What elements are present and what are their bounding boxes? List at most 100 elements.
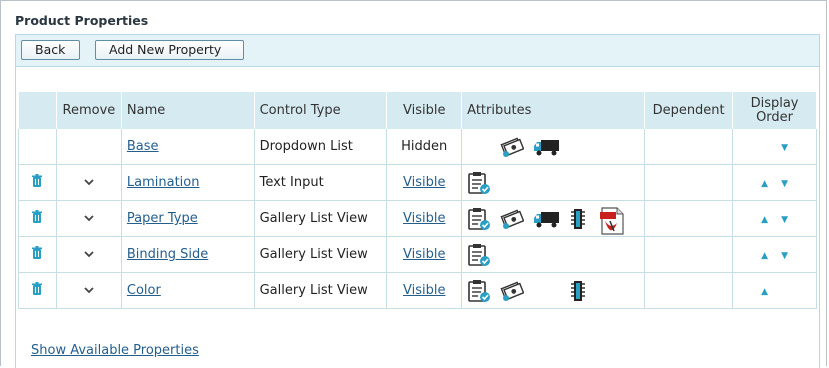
remove-cell [55, 129, 122, 165]
money-icon[interactable] [500, 279, 525, 303]
attribute-icons [467, 165, 639, 200]
attribute-icons [467, 273, 639, 308]
dependent-cell [644, 129, 734, 165]
checklist-icon[interactable] [467, 279, 491, 303]
table-row: Base Dropdown List Hidden ▼ [18, 129, 817, 165]
visible-cell: Hidden [386, 129, 463, 165]
visible-cell: Visible [386, 272, 463, 309]
property-name-link[interactable]: Binding Side [127, 247, 208, 262]
remove-cell [55, 272, 122, 309]
pdf-icon[interactable] [599, 206, 624, 235]
name-cell: Paper Type [120, 200, 255, 237]
name-cell: Base [120, 129, 255, 165]
trash-icon[interactable] [31, 245, 43, 264]
header-control-type: Control Type [254, 92, 388, 129]
remove-cell [55, 200, 122, 237]
property-name-link[interactable]: Base [127, 139, 159, 154]
property-name-link[interactable]: Paper Type [127, 211, 198, 226]
delete-cell [18, 200, 57, 237]
visible-toggle-link[interactable]: Visible [403, 247, 445, 262]
trash-icon[interactable] [31, 281, 43, 300]
attribute-spacer [566, 135, 590, 159]
visible-toggle-link[interactable]: Visible [403, 211, 445, 226]
show-available-properties-link[interactable]: Show Available Properties [31, 343, 199, 358]
visible-cell: Visible [386, 164, 463, 201]
table-row: Lamination Text Input Visible ▲ ▼ [18, 164, 817, 201]
visible-toggle-link[interactable]: Visible [403, 175, 445, 190]
remove-cell [55, 236, 122, 273]
visible-toggle-link[interactable]: Visible [403, 283, 445, 298]
attribute-icons [467, 129, 639, 164]
header-visible: Visible [386, 92, 463, 129]
property-name-link[interactable]: Lamination [127, 175, 200, 190]
dependent-cell [644, 272, 734, 309]
trash-icon[interactable] [31, 209, 43, 228]
attribute-spacer [533, 279, 557, 303]
visibility-status: Hidden [401, 139, 448, 154]
money-icon[interactable] [500, 207, 525, 231]
truck-icon[interactable] [533, 207, 560, 231]
dependent-cell [644, 200, 734, 237]
chevron-down-icon[interactable] [84, 175, 94, 190]
attributes-cell [461, 129, 646, 165]
attributes-cell [461, 272, 646, 309]
control-type-cell: Text Input [253, 164, 388, 201]
page-title: Product Properties [15, 13, 149, 28]
move-up-icon[interactable]: ▲ [758, 215, 772, 225]
name-cell: Color [120, 272, 255, 309]
attribute-icons [467, 237, 639, 272]
header-attributes: Attributes [461, 92, 646, 129]
move-up-icon[interactable]: ▲ [758, 179, 772, 189]
name-cell: Binding Side [120, 236, 255, 273]
window-frame: Product Properties Back Add New Property… [0, 0, 827, 368]
checklist-icon[interactable] [467, 171, 491, 195]
money-icon[interactable] [500, 135, 525, 159]
attribute-icons [467, 201, 639, 236]
attributes-cell [461, 236, 646, 273]
chip-icon[interactable] [566, 279, 590, 303]
chevron-down-icon[interactable] [84, 283, 94, 298]
visible-cell: Visible [386, 236, 463, 273]
delete-cell [18, 236, 57, 273]
header-remove: Remove [56, 92, 122, 129]
header-name: Name [121, 92, 255, 129]
display-order-cell: ▼ [732, 129, 817, 165]
display-order-cell: ▲ ▼ [732, 164, 817, 201]
move-down-icon[interactable]: ▼ [778, 251, 792, 261]
table-row: Color Gallery List View Visible ▲ [18, 272, 817, 309]
move-down-icon[interactable]: ▼ [778, 215, 792, 225]
attribute-spacer [599, 135, 623, 159]
move-up-icon[interactable]: ▲ [758, 251, 772, 261]
name-cell: Lamination [120, 164, 255, 201]
dependent-cell [644, 236, 734, 273]
trash-icon[interactable] [31, 173, 43, 192]
table-body: Base Dropdown List Hidden ▼ Lamination Text I… [18, 129, 817, 309]
table-row: Paper Type Gallery List View Visible ▲ ▼ [18, 200, 817, 237]
chip-icon[interactable] [566, 207, 590, 231]
move-down-icon[interactable]: ▼ [778, 143, 792, 153]
truck-icon[interactable] [533, 135, 560, 159]
header-dependent: Dependent [644, 92, 734, 129]
move-up-icon[interactable]: ▲ [758, 287, 772, 297]
attributes-cell [461, 200, 646, 237]
control-type-cell: Dropdown List [253, 129, 388, 165]
header-display-order: Display Order [732, 92, 817, 129]
visible-cell: Visible [386, 200, 463, 237]
checklist-icon[interactable] [467, 207, 491, 231]
control-type-cell: Gallery List View [253, 272, 388, 309]
header-delete [18, 92, 57, 129]
property-name-link[interactable]: Color [127, 283, 161, 298]
chevron-down-icon[interactable] [84, 211, 94, 226]
display-order-cell: ▲ [732, 272, 817, 309]
properties-table: Remove Name Control Type Visible Attribu… [18, 92, 817, 309]
display-order-cell: ▲ ▼ [732, 236, 817, 273]
add-new-property-button[interactable]: Add New Property [95, 40, 244, 60]
move-down-icon[interactable]: ▼ [778, 179, 792, 189]
delete-cell [18, 272, 57, 309]
back-button[interactable]: Back [21, 40, 80, 60]
attributes-cell [461, 164, 646, 201]
checklist-icon[interactable] [467, 243, 491, 267]
control-type-cell: Gallery List View [253, 200, 388, 237]
control-type-cell: Gallery List View [253, 236, 388, 273]
chevron-down-icon[interactable] [84, 247, 94, 262]
